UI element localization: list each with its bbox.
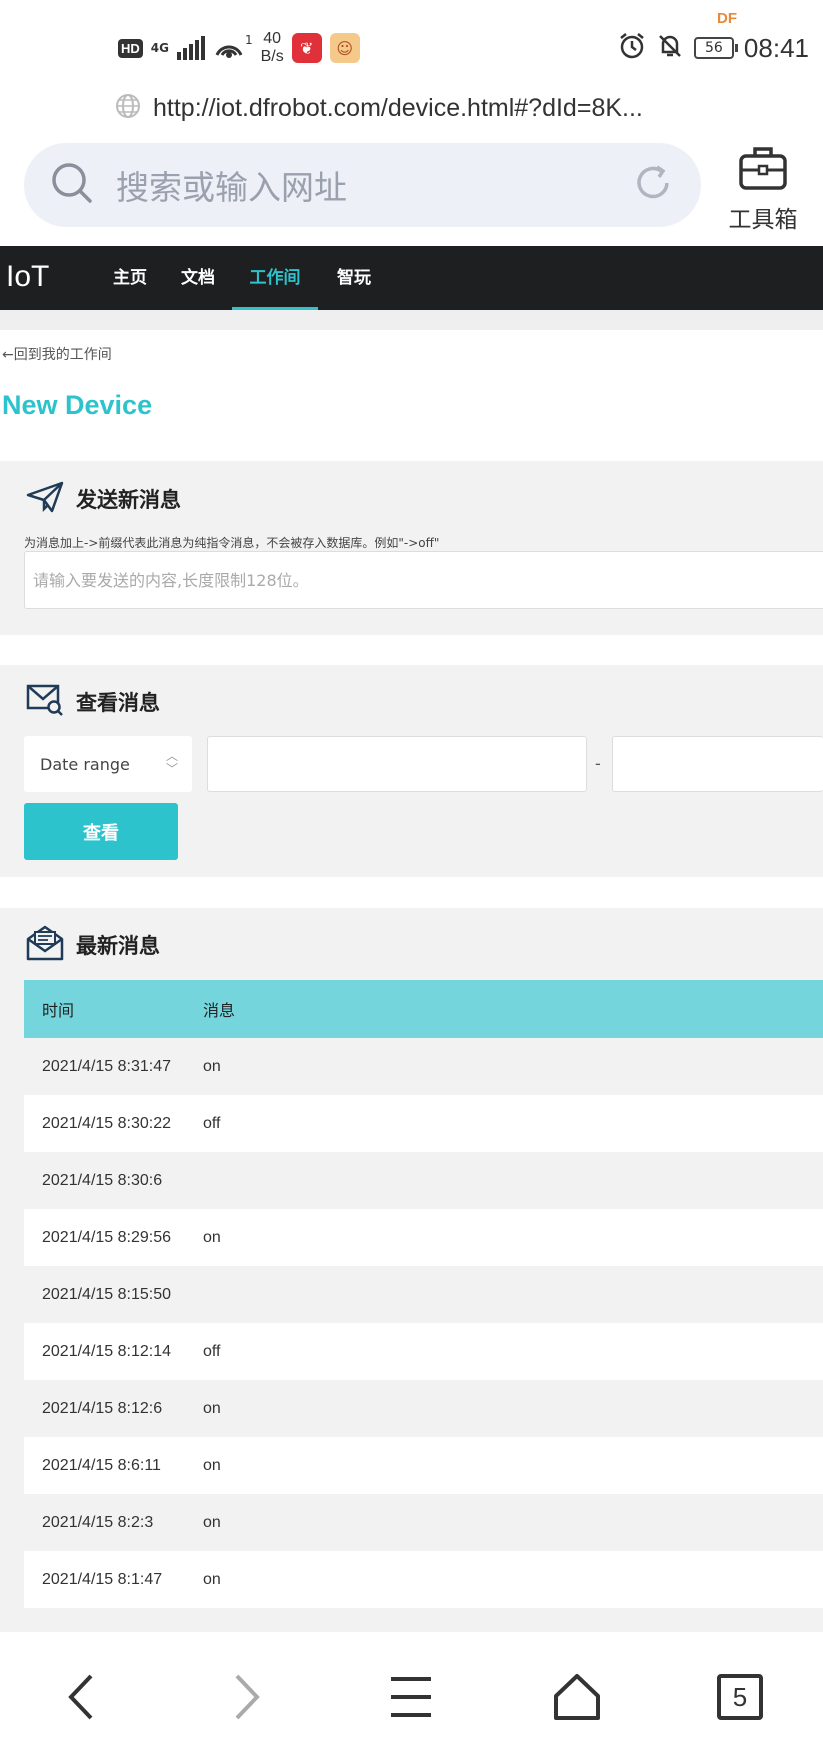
toolbox-icon xyxy=(737,147,789,196)
nav-divider xyxy=(0,310,823,330)
site-navbar: IoT 主页 文档 工作间 智玩 xyxy=(0,246,823,310)
nav-item-play[interactable]: 智玩 xyxy=(328,246,380,310)
latest-messages-header: 最新消息 xyxy=(26,925,160,965)
date-range-select-value: Date range xyxy=(40,754,130,774)
mail-open-icon xyxy=(26,925,64,965)
end-date-input[interactable] xyxy=(612,736,823,792)
table-row: 2021/4/15 8:15:50 xyxy=(24,1266,823,1323)
row-message: on xyxy=(203,1399,221,1417)
mute-icon xyxy=(656,32,684,64)
app-notification-icon: ❦ xyxy=(291,33,322,63)
column-header-time: 时间 xyxy=(42,1001,75,1020)
search-icon xyxy=(50,161,94,209)
table-row: 2021/4/15 8:2:3 on xyxy=(24,1494,823,1551)
network-speed: 40 B/s xyxy=(261,30,284,66)
nav-item-workspace[interactable]: 工作间 xyxy=(232,246,318,310)
table-row: 2021/4/15 8:1:47 on xyxy=(24,1551,823,1608)
view-messages-title: 查看消息 xyxy=(76,691,160,715)
menu-icon[interactable] xyxy=(376,1662,446,1732)
toolbox-label: 工具箱 xyxy=(728,207,798,233)
app-notification-icon: ☺ xyxy=(329,33,360,63)
status-time: 08:41 xyxy=(743,32,809,63)
table-body: 2021/4/15 8:31:47 on 2021/4/15 8:30:22 off… xyxy=(24,1038,823,1665)
row-time: 2021/4/15 8:2:3 xyxy=(42,1513,154,1531)
row-time: 2021/4/15 8:12:14 xyxy=(42,1342,172,1360)
date-separator: - xyxy=(595,754,601,773)
message-input[interactable] xyxy=(24,551,823,609)
table-row: 2021/4/15 8:12:6 on xyxy=(24,1380,823,1437)
tabs-button[interactable]: 5 xyxy=(705,1662,775,1732)
row-time: 2021/4/15 8:30:6 xyxy=(42,1171,163,1189)
row-time: 2021/4/15 8:12:6 xyxy=(42,1399,163,1417)
nav-item-docs[interactable]: 文档 xyxy=(172,246,224,310)
messages-table: 时间 消息 2021/4/15 8:31:47 on 2021/4/15 8:30… xyxy=(24,980,823,1665)
view-messages-header: 查看消息 xyxy=(26,683,160,721)
send-message-hint: 为消息加上->前缀代表此消息为纯指令消息，不会被存入数据库。例如"->off" xyxy=(24,536,440,550)
search-placeholder: 搜索或输入网址 xyxy=(116,168,347,207)
row-message: on xyxy=(203,1456,221,1474)
row-time: 2021/4/15 8:15:50 xyxy=(42,1285,172,1303)
paper-plane-icon xyxy=(26,481,64,517)
signal-icon xyxy=(176,36,205,60)
battery-level: 56 xyxy=(705,40,723,56)
tab-count: 5 xyxy=(717,1674,763,1720)
device-title: New Device xyxy=(2,390,153,420)
status-bar: HD 4G 1 40 B/s ❦ ☺ DF 56 08:41 xyxy=(0,0,823,95)
row-message: on xyxy=(203,1228,221,1246)
column-header-message: 消息 xyxy=(203,1001,236,1020)
url-bar[interactable]: http://iot.dfrobot.com/device.html#?dId=… xyxy=(115,90,643,126)
row-time: 2021/4/15 8:30:22 xyxy=(42,1114,172,1132)
row-time: 2021/4/15 8:6:11 xyxy=(42,1456,161,1474)
row-message: off xyxy=(203,1342,221,1360)
browser-bottom-bar: 5 xyxy=(0,1632,823,1761)
battery-icon: 56 xyxy=(693,37,738,59)
row-message: on xyxy=(203,1057,221,1075)
forward-arrow-icon[interactable] xyxy=(212,1662,282,1732)
network-type: 4G xyxy=(150,41,169,55)
send-message-header: 发送新消息 xyxy=(26,481,181,517)
table-row: 2021/4/15 8:12:14 off xyxy=(24,1323,823,1380)
toolbox-button[interactable]: 工具箱 xyxy=(718,144,808,234)
row-message: off xyxy=(203,1114,221,1132)
speed-value: 40 xyxy=(263,30,282,47)
row-message: on xyxy=(203,1570,221,1588)
home-icon[interactable] xyxy=(542,1662,612,1732)
table-row: 2021/4/15 8:30:6 xyxy=(24,1152,823,1209)
hotspot-icon xyxy=(213,35,245,61)
row-time: 2021/4/15 8:31:47 xyxy=(42,1057,172,1075)
alarm-icon xyxy=(618,32,646,64)
table-row: 2021/4/15 8:6:11 on xyxy=(24,1437,823,1494)
row-time: 2021/4/15 8:1:47 xyxy=(42,1570,163,1588)
status-left: HD 4G 1 40 B/s ❦ ☺ xyxy=(118,28,360,68)
date-range-select[interactable]: Date range ︿ ﹀ xyxy=(24,736,192,792)
table-row: 2021/4/15 8:30:22 off xyxy=(24,1095,823,1152)
watermark: DF xyxy=(717,10,737,27)
speed-unit: B/s xyxy=(260,48,284,65)
hotspot-badge: 1 xyxy=(244,33,253,47)
table-row: 2021/4/15 8:29:56 on xyxy=(24,1209,823,1266)
latest-messages-title: 最新消息 xyxy=(76,934,160,958)
back-arrow-icon[interactable] xyxy=(46,1662,116,1732)
nav-item-home[interactable]: 主页 xyxy=(104,246,156,310)
status-right: 56 08:41 xyxy=(618,28,809,68)
view-messages-button[interactable]: 查看 xyxy=(24,803,178,860)
page-url[interactable]: http://iot.dfrobot.com/device.html#?dId=… xyxy=(153,94,643,123)
browser-search-bar[interactable]: 搜索或输入网址 xyxy=(24,143,701,227)
refresh-icon[interactable] xyxy=(631,161,675,209)
table-row: 2021/4/15 8:31:47 on xyxy=(24,1038,823,1095)
mail-search-icon xyxy=(26,683,64,721)
row-message: on xyxy=(203,1513,221,1531)
hd-badge: HD xyxy=(118,38,143,58)
globe-icon xyxy=(115,93,141,123)
site-logo[interactable]: IoT xyxy=(6,260,49,294)
row-time: 2021/4/15 8:29:56 xyxy=(42,1228,172,1246)
start-date-input[interactable] xyxy=(207,736,587,792)
send-message-title: 发送新消息 xyxy=(76,488,181,512)
table-header: 时间 消息 xyxy=(24,980,823,1038)
back-to-workspace-link[interactable]: ←回到我的工作间 xyxy=(2,344,112,364)
select-chevrons-icon: ︿ ﹀ xyxy=(165,749,178,776)
